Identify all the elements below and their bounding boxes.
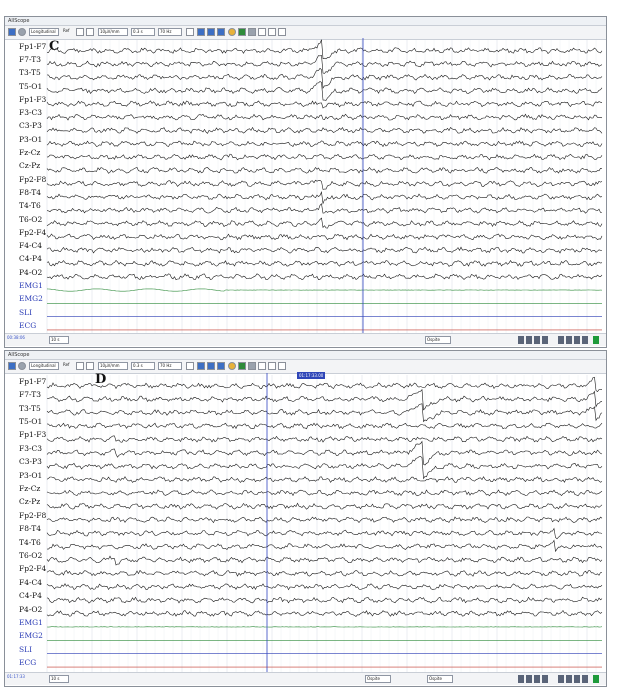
eeg-trace (46, 502, 603, 510)
eeg-trace (46, 516, 603, 524)
prev-button[interactable] (534, 675, 540, 683)
prev-page-button[interactable] (526, 336, 532, 344)
eeg-trace (46, 435, 603, 443)
next-button[interactable] (566, 675, 572, 683)
eeg-panel-c: AllScope Longitudinal Ref 10µV/mm 0.3 s … (4, 16, 607, 348)
eeg-trace (46, 273, 603, 281)
go-button[interactable] (593, 675, 599, 683)
eeg-trace-area[interactable] (5, 17, 606, 347)
event-marker[interactable]: Ospite (365, 675, 391, 683)
eeg-trace (46, 609, 603, 617)
eeg-trace (46, 217, 603, 229)
prev-button[interactable] (534, 336, 540, 344)
eeg-trace (46, 67, 603, 89)
eeg-trace (46, 555, 603, 566)
prev-page-button[interactable] (526, 675, 532, 683)
eeg-trace (46, 100, 603, 109)
eeg-trace (46, 476, 603, 483)
eeg-panel-d: AllScope Longitudinal Ref 10µV/mm 0.3 s … (4, 350, 607, 687)
eeg-trace (46, 203, 602, 214)
last-page-button[interactable] (582, 336, 588, 344)
eeg-trace (46, 166, 603, 174)
play-button[interactable] (558, 336, 564, 344)
next-page-button[interactable] (574, 336, 580, 344)
eeg-trace (46, 246, 603, 254)
event-marker[interactable]: Ospite (427, 675, 453, 683)
event-marker[interactable]: Ospite (425, 336, 451, 344)
eeg-trace (46, 596, 603, 604)
eeg-trace (46, 388, 603, 411)
eeg-trace (46, 456, 603, 480)
last-page-button[interactable] (582, 675, 588, 683)
eeg-trace (46, 403, 603, 423)
page-length-field[interactable]: 10 s (49, 675, 69, 683)
eeg-trace (46, 81, 603, 101)
bottom-bar: 00:38:06 10 s Ospite (5, 333, 606, 346)
bottom-bar: 01:17:33 10 s Ospite Ospite (5, 672, 606, 685)
status-time: 00:38:06 (7, 335, 25, 340)
eeg-trace (46, 126, 603, 134)
first-page-button[interactable] (518, 675, 524, 683)
rewind-button[interactable] (542, 336, 548, 344)
eeg-trace (46, 527, 603, 540)
eeg-trace (47, 539, 603, 553)
next-page-button[interactable] (574, 675, 580, 683)
eeg-trace-area[interactable] (5, 351, 606, 686)
next-button[interactable] (566, 336, 572, 344)
go-button[interactable] (593, 336, 599, 344)
eeg-trace (46, 179, 603, 190)
eeg-trace (46, 440, 603, 466)
eeg-trace (46, 489, 603, 497)
first-page-button[interactable] (518, 336, 524, 344)
eeg-trace (46, 140, 603, 148)
eeg-trace (46, 153, 603, 161)
cursor-time-label: 01:17:33.00 (297, 372, 326, 379)
play-button[interactable] (558, 675, 564, 683)
eeg-trace (46, 113, 603, 121)
eeg-trace (46, 39, 603, 60)
eeg-trace (46, 583, 603, 591)
eeg-trace (46, 569, 603, 577)
eeg-trace (46, 288, 603, 292)
status-time: 01:17:33 (7, 674, 25, 679)
page-length-field[interactable]: 10 s (49, 336, 69, 344)
rewind-button[interactable] (542, 675, 548, 683)
eeg-trace (46, 376, 603, 393)
eeg-trace (46, 260, 603, 267)
eeg-trace (46, 191, 603, 205)
eeg-trace (46, 233, 603, 241)
eeg-trace (46, 422, 603, 430)
